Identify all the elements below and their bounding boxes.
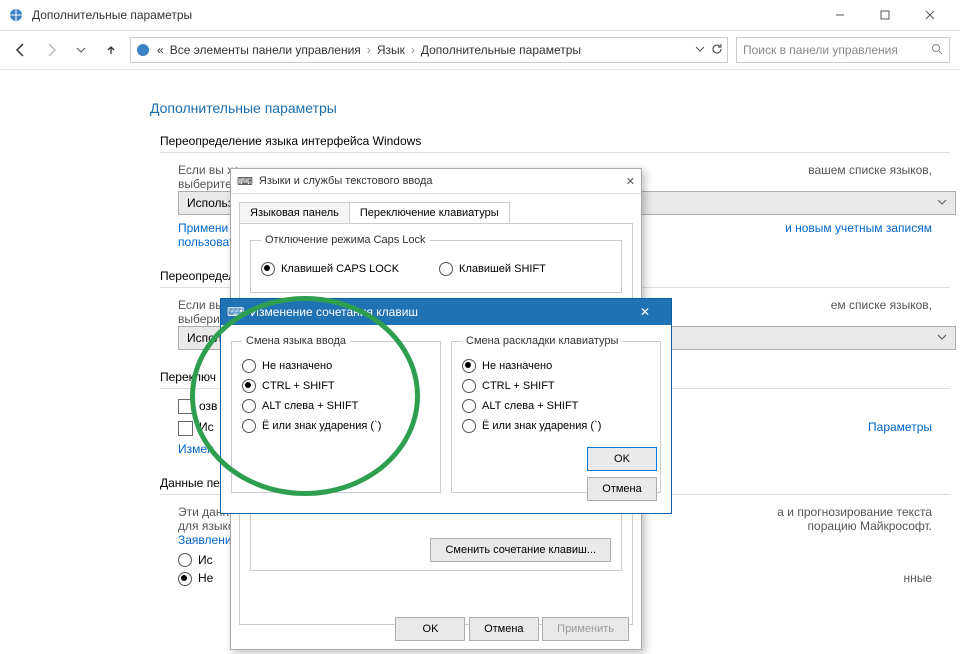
breadcrumb-icon: [135, 42, 151, 58]
keyboard-icon: ⌨: [237, 175, 253, 188]
keyboard-icon: ⌨: [227, 305, 244, 319]
radio[interactable]: [178, 553, 192, 567]
chevron-down-icon: [937, 331, 947, 345]
radio-label: Ис: [198, 553, 213, 567]
section-ui-language-label: Переопределение языка интерфейса Windows: [160, 134, 960, 148]
options-link[interactable]: Параметры: [868, 420, 932, 434]
breadcrumb-root[interactable]: «: [157, 43, 164, 57]
checkbox-label: озв: [199, 399, 217, 413]
radio-label: CTRL + SHIFT: [482, 380, 555, 392]
breadcrumb-item[interactable]: Язык: [377, 43, 405, 57]
chevron-down-icon: [937, 196, 947, 210]
forward-button[interactable]: [40, 39, 62, 61]
radio-label: CTRL + SHIFT: [262, 380, 335, 392]
ok-button[interactable]: OK: [587, 447, 657, 471]
radio-label: Ё или знак ударения (`): [262, 420, 381, 432]
radio-label: Ё или знак ударения (`): [482, 420, 601, 432]
section-text: а и прогнозирование текста: [777, 505, 932, 519]
maximize-button[interactable]: [862, 1, 907, 29]
radio-capslock-key[interactable]: [261, 262, 275, 276]
window-icon: [8, 7, 24, 23]
radio-grave[interactable]: [462, 419, 476, 433]
refresh-icon[interactable]: [711, 43, 723, 58]
apply-button[interactable]: Применить: [542, 617, 629, 641]
dialog-titlebar[interactable]: ⌨ Изменение сочетания клавиш ✕: [221, 299, 671, 325]
ok-button[interactable]: OK: [395, 617, 465, 641]
radio-label: Не назначено: [262, 360, 332, 372]
tab-keyboard-switch[interactable]: Переключение клавиатуры: [349, 202, 510, 223]
change-link[interactable]: Измен: [178, 442, 217, 456]
checkbox[interactable]: [178, 399, 193, 414]
minimize-button[interactable]: [817, 1, 862, 29]
breadcrumb-item[interactable]: Дополнительные параметры: [421, 43, 581, 57]
radio-none[interactable]: [242, 359, 256, 373]
chevron-right-icon: ›: [367, 43, 371, 57]
radio-label: Клавишей CAPS LOCK: [281, 263, 399, 275]
breadcrumb-bar[interactable]: « Все элементы панели управления › Язык …: [130, 37, 728, 63]
fieldset-legend: Смена раскладки клавиатуры: [462, 335, 622, 347]
window-title: Дополнительные параметры: [32, 8, 192, 22]
section-text: вашем списке языков,: [808, 163, 932, 177]
window-titlebar: Дополнительные параметры: [0, 0, 960, 31]
radio-grave[interactable]: [242, 419, 256, 433]
cancel-button[interactable]: Отмена: [587, 477, 657, 501]
radio-label: Не: [198, 571, 213, 585]
chevron-right-icon: ›: [411, 43, 415, 57]
radio-label: ALT слева + SHIFT: [262, 400, 358, 412]
change-hotkey-button[interactable]: Сменить сочетание клавиш...: [430, 538, 611, 562]
radio-alt-shift[interactable]: [462, 399, 476, 413]
cancel-button[interactable]: Отмена: [469, 617, 539, 641]
section-text: Если вы: [178, 298, 224, 312]
radio-shift-key[interactable]: [439, 262, 453, 276]
apply-link[interactable]: Примени: [178, 221, 228, 235]
dialog-titlebar[interactable]: ⌨ Языки и службы текстового ввода ✕: [231, 169, 641, 194]
fieldset-legend: Отключение режима Caps Lock: [261, 234, 430, 246]
radio-ctrl-shift[interactable]: [242, 379, 256, 393]
apply-link-tail[interactable]: и новым учетным записям: [785, 221, 932, 235]
up-button[interactable]: [100, 39, 122, 61]
radio-alt-shift[interactable]: [242, 399, 256, 413]
section-text: нные: [903, 571, 932, 586]
close-icon[interactable]: ✕: [625, 302, 665, 322]
close-button[interactable]: [907, 1, 952, 29]
search-icon: [931, 43, 943, 58]
capslock-fieldset: Отключение режима Caps Lock Клавишей CAP…: [250, 234, 622, 293]
radio-ctrl-shift[interactable]: [462, 379, 476, 393]
search-placeholder: Поиск в панели управления: [743, 43, 898, 57]
section-text: ем списке языков,: [831, 298, 932, 312]
radio-label: Не назначено: [482, 360, 552, 372]
combo-value: Испол: [187, 331, 222, 345]
section-text: для языко: [178, 519, 235, 533]
back-button[interactable]: [10, 39, 32, 61]
section-text: порацию Майкрософт.: [808, 519, 932, 533]
history-dropdown-icon[interactable]: [695, 43, 705, 58]
radio-label: ALT слева + SHIFT: [482, 400, 578, 412]
explorer-toolbar: « Все элементы панели управления › Язык …: [0, 31, 960, 70]
input-language-fieldset: Смена языка ввода Не назначено CTRL + SH…: [231, 335, 441, 493]
breadcrumb-item[interactable]: Все элементы панели управления: [170, 43, 361, 57]
dialog-title: Языки и службы текстового ввода: [259, 175, 433, 187]
tab-language-bar[interactable]: Языковая панель: [239, 202, 350, 223]
checkbox[interactable]: [178, 421, 193, 436]
page-heading: Дополнительные параметры: [150, 100, 960, 116]
radio-none[interactable]: [462, 359, 476, 373]
fieldset-legend: Смена языка ввода: [242, 335, 350, 347]
change-hotkey-dialog: ⌨ Изменение сочетания клавиш ✕ Смена язы…: [220, 298, 672, 514]
search-input[interactable]: Поиск в панели управления: [736, 37, 950, 63]
dialog-title: Изменение сочетания клавиш: [250, 305, 418, 319]
radio-label: Клавишей SHIFT: [459, 263, 546, 275]
recent-dropdown[interactable]: [70, 39, 92, 61]
checkbox-label: Ис: [199, 420, 214, 434]
radio[interactable]: [178, 572, 192, 586]
close-icon[interactable]: ✕: [626, 175, 635, 188]
